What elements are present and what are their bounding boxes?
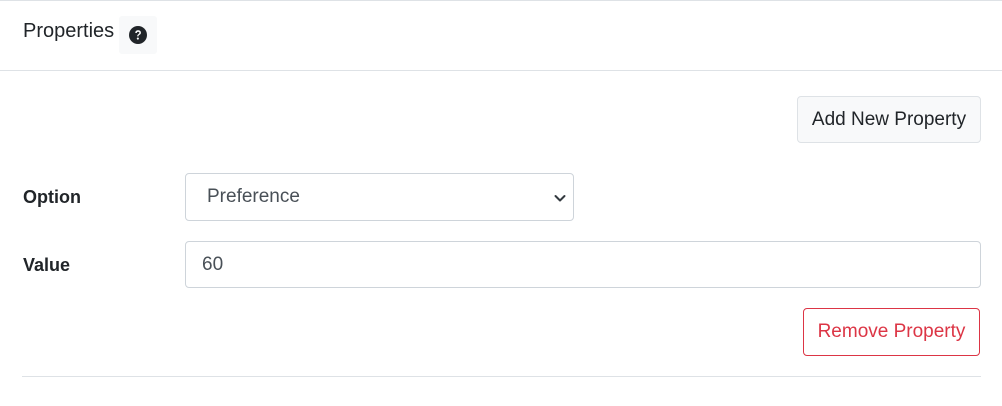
question-circle-icon: [129, 26, 147, 44]
value-input-text: 60: [202, 254, 224, 275]
option-select-value: Preference: [207, 186, 300, 207]
value-input[interactable]: 60: [185, 241, 981, 288]
properties-panel: Properties Add New Property Option Prefe…: [0, 0, 1002, 406]
add-new-property-button[interactable]: Add New Property: [797, 96, 981, 143]
help-button[interactable]: [119, 16, 157, 54]
page-title: Properties: [23, 20, 115, 42]
divider: [22, 376, 981, 377]
value-label: Value: [23, 255, 71, 275]
remove-property-button[interactable]: Remove Property: [803, 308, 980, 356]
chevron-down-icon: [554, 195, 566, 202]
option-select[interactable]: Preference: [185, 173, 574, 221]
card-header: Properties: [0, 1, 1002, 71]
option-label: Option: [23, 187, 81, 207]
